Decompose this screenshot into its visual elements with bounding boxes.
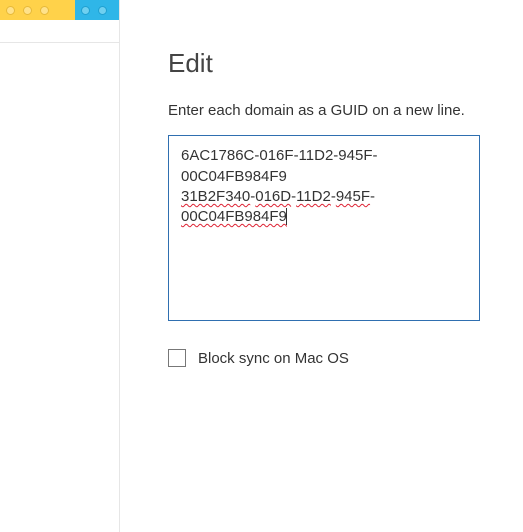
lego-segment-blue: [75, 0, 119, 20]
block-sync-row: Block sync on Mac OS: [168, 349, 485, 367]
left-sidebar: [0, 0, 119, 532]
panel-title: Edit: [168, 48, 485, 79]
instruction-text: Enter each domain as a GUID on a new lin…: [168, 101, 485, 121]
lego-segment-yellow: [0, 0, 75, 20]
divider: [0, 42, 119, 43]
block-sync-checkbox[interactable]: [168, 349, 186, 367]
guid-textarea[interactable]: 6AC1786C-016F-11D2-945F-00C04FB984F931B2…: [168, 135, 480, 321]
decorative-lego-bar: [0, 0, 119, 20]
edit-panel: Edit Enter each domain as a GUID on a ne…: [120, 0, 523, 532]
block-sync-label: Block sync on Mac OS: [198, 350, 349, 367]
